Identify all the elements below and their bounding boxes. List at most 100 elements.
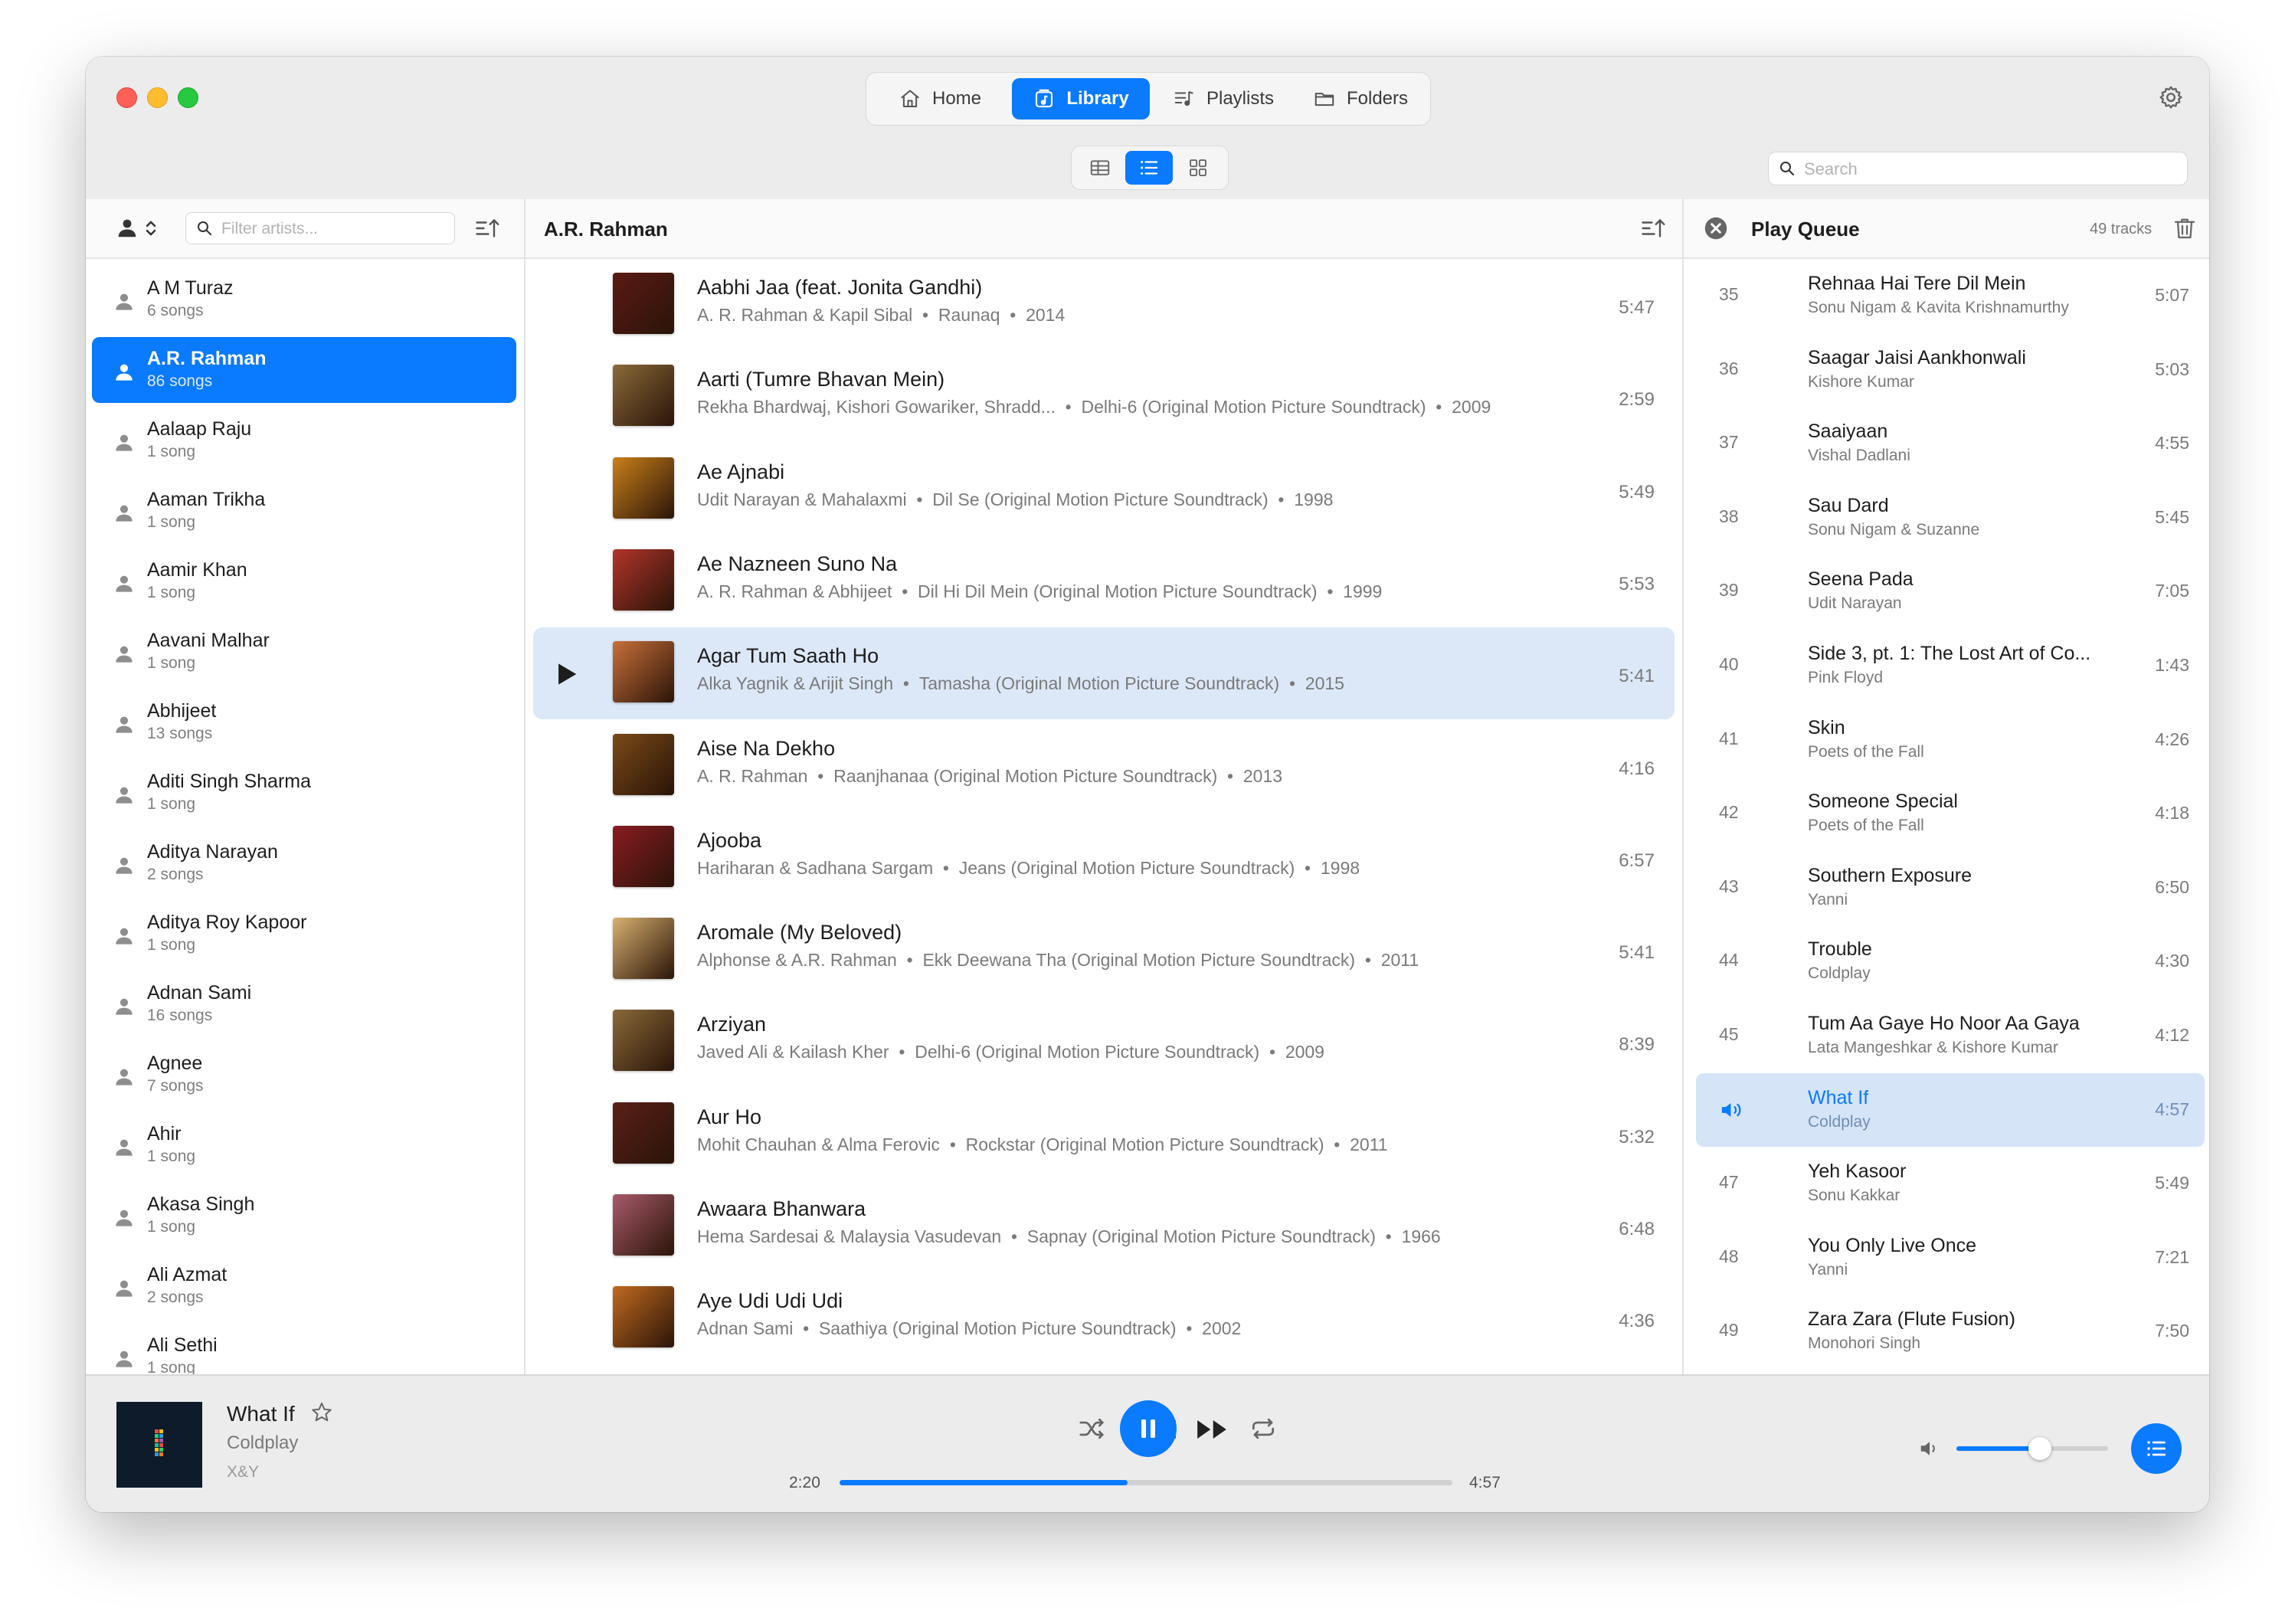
artist-row[interactable]: Ahir 1 song xyxy=(92,1112,516,1178)
fast-forward-icon[interactable] xyxy=(1193,1413,1230,1446)
queue-row[interactable]: 37 Saaiyaan Vishal Dadlani 4:55 xyxy=(1696,407,2205,480)
search-input[interactable] xyxy=(1802,152,2173,186)
tab-library[interactable]: Library xyxy=(1012,78,1150,120)
track-album: Dil Hi Dil Mein (Original Motion Picture… xyxy=(918,581,1318,601)
track-row[interactable]: Aise Na Dekho A. R. Rahman • Raanjhanaa (… xyxy=(533,720,1675,812)
artist-row[interactable]: Aamir Khan 1 song xyxy=(92,548,516,614)
track-row[interactable]: Aye Udi Udi Udi Adnan Sami • Saathiya (Or… xyxy=(533,1272,1675,1364)
tab-folders[interactable]: Folders xyxy=(1297,78,1424,120)
artist-row[interactable]: Ali Azmat 2 songs xyxy=(92,1253,516,1319)
sort-icon[interactable] xyxy=(1639,214,1667,242)
track-row[interactable]: Ajooba Hariharan & Sadhana Sargam • Jeans… xyxy=(533,812,1675,904)
artist-row[interactable]: Aditya Roy Kapoor 1 song xyxy=(92,901,516,967)
artist-row[interactable]: Agnee 7 songs xyxy=(92,1042,516,1108)
track-year: 2013 xyxy=(1242,765,1283,786)
volume-knob[interactable] xyxy=(2028,1437,2051,1460)
queue-row[interactable]: 35 Rehnaa Hai Tere Dil Mein Sonu Nigam & K… xyxy=(1696,259,2205,332)
separator-dot: • xyxy=(940,1134,966,1154)
sort-icon[interactable] xyxy=(473,214,501,242)
queue-row[interactable]: 41 Skin Poets of the Fall 4:26 xyxy=(1696,703,2205,777)
album-art-image xyxy=(116,1402,202,1488)
settings-icon[interactable] xyxy=(2157,84,2185,112)
now-playing-artwork[interactable] xyxy=(116,1402,202,1488)
artist-row[interactable]: Aditi Singh Sharma 1 song xyxy=(92,760,516,826)
track-row[interactable]: Aromale (My Beloved) Alphonse & A.R. Rahm… xyxy=(533,904,1675,996)
track-row[interactable]: Awaara Bhanwara Hema Sardesai & Malaysia … xyxy=(533,1180,1675,1272)
chevron-up-down-icon[interactable] xyxy=(139,214,162,242)
tab-playlists[interactable]: Playlists xyxy=(1154,78,1292,120)
queue-position: 41 xyxy=(1719,728,1739,748)
track-artist: Alphonse & A.R. Rahman xyxy=(697,950,897,971)
artist-name: Aavani Malhar xyxy=(147,630,270,651)
queue-track-duration: 5:03 xyxy=(2155,359,2189,379)
star-icon[interactable] xyxy=(309,1400,334,1425)
track-duration: 4:36 xyxy=(1619,1311,1655,1332)
queue-track-duration: 5:45 xyxy=(2155,506,2189,527)
queue-row[interactable]: 44 Trouble Coldplay 4:30 xyxy=(1696,925,2205,998)
artist-row[interactable]: Aavani Malhar 1 song xyxy=(92,619,516,685)
queue-row[interactable]: 36 Saagar Jaisi Aankhonwali Kishore Kumar 5… xyxy=(1696,333,2205,407)
queue-row[interactable]: 45 Tum Aa Gaye Ho Noor Aa Gaya Lata Manges… xyxy=(1696,999,2205,1072)
artist-filter-input[interactable] xyxy=(220,213,445,245)
track-duration: 5:41 xyxy=(1619,666,1655,687)
minimize-window-button[interactable] xyxy=(147,87,168,108)
pause-button[interactable] xyxy=(1120,1400,1177,1457)
track-row[interactable]: Ae Ajnabi Udit Narayan & Mahalaxmi • Dil … xyxy=(533,444,1675,535)
volume-icon[interactable] xyxy=(1918,1437,1941,1460)
view-list-button[interactable] xyxy=(1125,151,1173,185)
queue-track-count: 49 tracks xyxy=(2090,221,2153,237)
close-circle-icon[interactable] xyxy=(1702,214,1730,242)
track-year: 2002 xyxy=(1202,1318,1242,1339)
track-row[interactable]: Aabhi Jaa (feat. Jonita Gandhi) A. R. Rah… xyxy=(533,259,1675,351)
track-row[interactable]: Ae Nazneen Suno Na A. R. Rahman & Abhijee… xyxy=(533,535,1675,627)
queue-row[interactable]: 48 You Only Live Once Yanni 7:21 xyxy=(1696,1221,2205,1295)
volume-slider[interactable] xyxy=(1956,1437,2108,1460)
artist-row[interactable]: Abhijeet 13 songs xyxy=(92,689,516,755)
separator-dot: • xyxy=(1375,1226,1402,1246)
progress-bar[interactable] xyxy=(840,1480,1452,1485)
queue-row[interactable]: 38 Sau Dard Sonu Nigam & Suzanne 5:45 xyxy=(1696,481,2205,555)
artists-panel-header xyxy=(86,199,524,259)
tab-library-label: Library xyxy=(1066,88,1129,109)
artist-row[interactable]: Adnan Sami 16 songs xyxy=(92,971,516,1037)
shuffle-icon[interactable] xyxy=(1077,1414,1106,1443)
track-album: Saathiya (Original Motion Picture Soundt… xyxy=(818,1318,1177,1339)
track-row[interactable]: Agar Tum Saath Ho Alka Yagnik & Arijit Si… xyxy=(533,627,1675,720)
artist-row[interactable]: Aditya Narayan 2 songs xyxy=(92,830,516,896)
queue-track-artist: Kishore Kumar xyxy=(1808,372,1914,391)
person-icon[interactable] xyxy=(113,214,141,242)
artist-row[interactable]: Aaman Trikha 1 song xyxy=(92,478,516,544)
track-row[interactable]: Arziyan Javed Ali & Kailash Kher • Delhi-… xyxy=(533,996,1675,1088)
artist-row[interactable]: Aalaap Raju 1 song xyxy=(92,408,516,473)
trash-icon[interactable] xyxy=(2171,214,2198,242)
artist-row[interactable]: Ali Sethi 1 song xyxy=(92,1324,516,1374)
close-window-button[interactable] xyxy=(116,87,137,108)
toggle-queue-button[interactable] xyxy=(2131,1423,2182,1474)
queue-row[interactable]: 49 Zara Zara (Flute Fusion) Monohori Singh… xyxy=(1696,1295,2205,1368)
queue-row[interactable]: 39 Seena Pada Udit Narayan 7:05 xyxy=(1696,555,2205,628)
tab-home[interactable]: Home xyxy=(872,78,1007,120)
artist-filter-field[interactable] xyxy=(185,212,455,245)
track-duration: 8:39 xyxy=(1619,1034,1655,1056)
track-artist: Alka Yagnik & Arijit Singh xyxy=(697,673,894,694)
queue-row[interactable]: 43 Southern Exposure Yanni 6:50 xyxy=(1696,851,2205,925)
person-icon xyxy=(112,501,136,526)
search-field[interactable] xyxy=(1768,152,2188,186)
track-row[interactable]: Aarti (Tumre Bhavan Mein) Rekha Bhardwaj,… xyxy=(533,351,1675,443)
separator-dot: • xyxy=(1268,489,1295,509)
album-art xyxy=(613,548,674,611)
queue-row[interactable]: 42 Someone Special Poets of the Fall 4:18 xyxy=(1696,777,2205,850)
queue-position: 37 xyxy=(1719,432,1739,453)
artist-row[interactable]: A.R. Rahman 86 songs xyxy=(92,337,516,403)
artist-row[interactable]: A M Turaz 6 songs xyxy=(92,267,516,332)
queue-row[interactable]: 47 Yeh Kasoor Sonu Kakkar 5:49 xyxy=(1696,1147,2205,1220)
artist-row[interactable]: Akasa Singh 1 song xyxy=(92,1183,516,1249)
view-table-button[interactable] xyxy=(1076,151,1124,185)
repeat-icon[interactable] xyxy=(1249,1414,1278,1443)
track-row[interactable]: Aur Ho Mohit Chauhan & Alma Ferovic • Roc… xyxy=(533,1089,1675,1180)
queue-row[interactable]: What If Coldplay 4:57 xyxy=(1696,1072,2205,1147)
track-album: Tamasha (Original Motion Picture Soundtr… xyxy=(918,673,1280,694)
queue-row[interactable]: 40 Side 3, pt. 1: The Lost Art of Co... Pi… xyxy=(1696,629,2205,702)
view-grid-button[interactable] xyxy=(1174,151,1222,185)
zoom-window-button[interactable] xyxy=(178,87,198,108)
